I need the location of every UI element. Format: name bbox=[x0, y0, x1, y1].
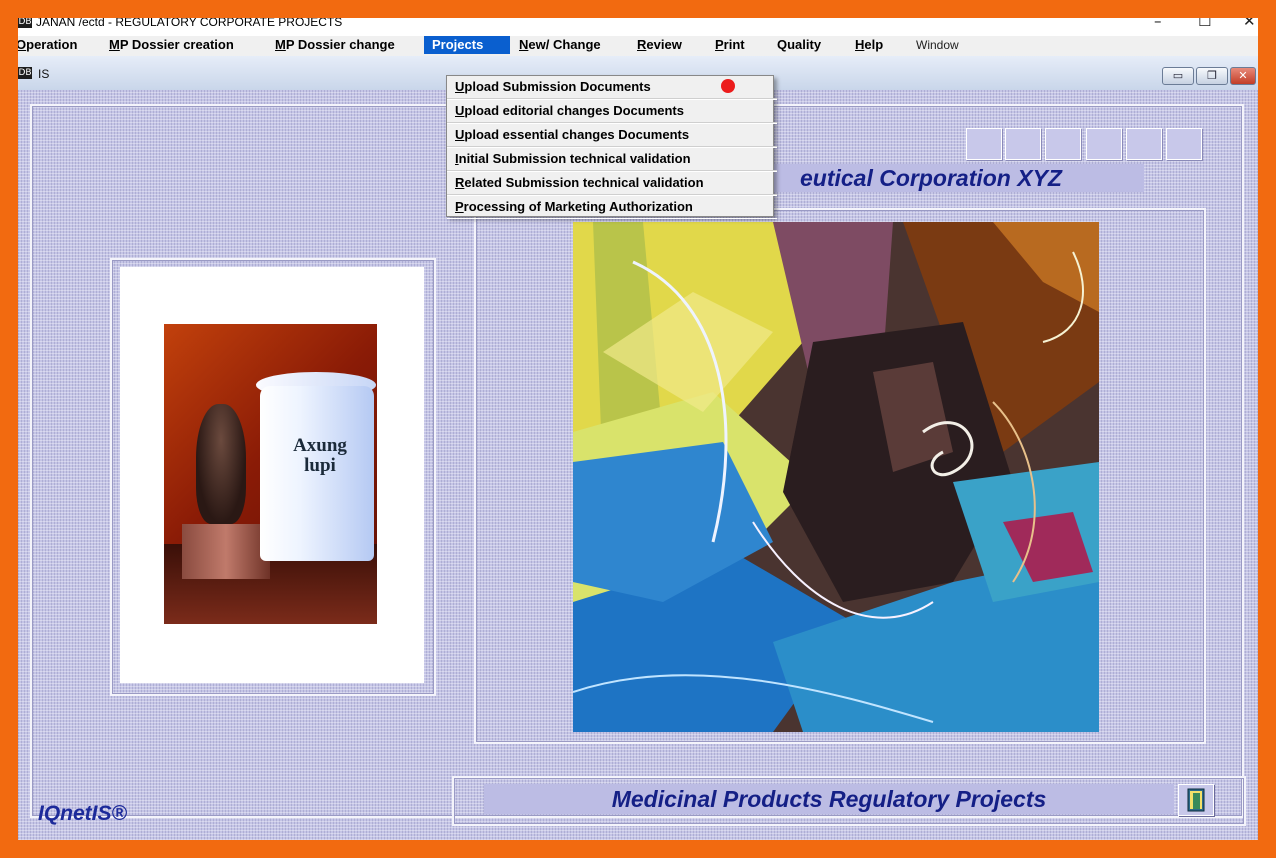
menu-review[interactable]: Review bbox=[629, 36, 690, 54]
mdi-title: IS bbox=[38, 67, 50, 81]
toolbar-button-6[interactable] bbox=[1166, 128, 1202, 160]
app-icon: DB bbox=[18, 18, 32, 28]
maximize-button[interactable]: ☐ bbox=[1198, 18, 1211, 30]
menuitem-mnemonic: U bbox=[455, 79, 465, 94]
toolbar-button-2[interactable] bbox=[1005, 128, 1041, 160]
corporation-banner: eutical Corporation XYZ bbox=[718, 164, 1144, 192]
abstract-artwork bbox=[573, 222, 1099, 732]
menuitem-label: pload essential changes Documents bbox=[464, 127, 690, 142]
menuitem-mnemonic: P bbox=[455, 199, 464, 214]
statue-pedestal bbox=[182, 524, 270, 579]
menu-mnemonic: M bbox=[109, 37, 120, 52]
mdi-minimize-button[interactable]: ▭ bbox=[1162, 67, 1194, 85]
menuitem-processing-marketing-authorization[interactable]: Processing of Marketing Authorization bbox=[447, 196, 777, 218]
menu-label: Window bbox=[916, 38, 959, 52]
toolbar-button-3[interactable] bbox=[1045, 128, 1081, 160]
still-life-photo: Axung lupi bbox=[120, 267, 424, 683]
statue-figure bbox=[196, 404, 246, 524]
toolbar-button-5[interactable] bbox=[1126, 128, 1162, 160]
menu-print[interactable]: Print bbox=[707, 36, 753, 54]
menuitem-related-submission-validation[interactable]: Related Submission technical validation bbox=[447, 172, 777, 195]
menu-label: peration bbox=[26, 37, 78, 52]
menu-label: ew/ Change bbox=[528, 37, 601, 52]
menu-mnemonic: O bbox=[18, 37, 27, 52]
close-button[interactable]: ✕ bbox=[1243, 18, 1256, 30]
menuitem-label: pload Submission Documents bbox=[464, 79, 651, 94]
app-window: DB JANAN /ectd - REGULATORY CORPORATE PR… bbox=[18, 18, 1258, 840]
cursor-marker-icon bbox=[721, 79, 735, 93]
exit-button[interactable] bbox=[1178, 784, 1214, 816]
menu-quality[interactable]: Quality bbox=[769, 36, 829, 54]
menu-label: Quality bbox=[777, 37, 822, 52]
doc-icon: DB bbox=[18, 67, 32, 79]
menu-mnemonic: R bbox=[637, 37, 647, 52]
menu-mp-dossier-creation[interactable]: MP Dossier creation bbox=[101, 36, 242, 54]
menuitem-upload-submission-documents[interactable]: Upload Submission Documents bbox=[447, 76, 777, 99]
product-logo: IQnetIS® bbox=[38, 802, 127, 825]
menuitem-mnemonic: U bbox=[455, 127, 465, 142]
mdi-close-button[interactable]: ✕ bbox=[1230, 67, 1256, 85]
menu-mnemonic: M bbox=[275, 37, 286, 52]
menuitem-upload-essential-changes[interactable]: Upload essential changes Documents bbox=[447, 124, 777, 147]
menu-mnemonic: H bbox=[855, 37, 865, 52]
menu-new-change[interactable]: New/ Change bbox=[511, 36, 609, 54]
menuitem-label: pload editorial changes Documents bbox=[464, 103, 684, 118]
toolbar-button-4[interactable] bbox=[1086, 128, 1122, 160]
projects-dropdown-menu: Upload Submission Documents Upload edito… bbox=[446, 75, 777, 218]
menu-label: eview bbox=[646, 37, 682, 52]
exit-door-icon bbox=[1187, 788, 1205, 812]
menu-mnemonic: N bbox=[519, 37, 529, 52]
bottom-banner: Medicinal Products Regulatory Projects bbox=[484, 784, 1174, 814]
menu-mnemonic: P bbox=[715, 37, 724, 52]
menu-operation[interactable]: Operation bbox=[18, 36, 85, 54]
artwork-svg bbox=[573, 222, 1099, 732]
window-title: JANAN /ectd - REGULATORY CORPORATE PROJE… bbox=[36, 18, 343, 29]
menuitem-upload-editorial-changes[interactable]: Upload editorial changes Documents bbox=[447, 100, 777, 123]
mdi-restore-button[interactable]: ❐ bbox=[1196, 67, 1228, 85]
toolbar-button-1[interactable] bbox=[966, 128, 1002, 160]
title-bar: DB JANAN /ectd - REGULATORY CORPORATE PR… bbox=[18, 18, 1258, 36]
menuitem-initial-submission-validation[interactable]: Initial Submission technical validation bbox=[447, 148, 777, 171]
menu-bar: Operation MP Dossier creation MP Dossier… bbox=[18, 36, 1258, 56]
menu-label: P Dossier change bbox=[285, 37, 395, 52]
menu-window[interactable]: Window bbox=[908, 36, 967, 54]
menuitem-label: nitial Submission technical validation bbox=[458, 151, 691, 166]
minimize-button[interactable]: – bbox=[1154, 18, 1162, 30]
menu-label: elp bbox=[864, 37, 884, 52]
apothecary-jar-image: Axung lupi bbox=[164, 324, 377, 624]
menu-label: P Dossier creation bbox=[119, 37, 234, 52]
jar-label: Axung lupi bbox=[293, 435, 347, 476]
menu-help[interactable]: Help bbox=[847, 36, 891, 54]
menuitem-mnemonic: U bbox=[455, 103, 465, 118]
menuitem-label: elated Submission technical validation bbox=[464, 175, 704, 190]
menu-projects[interactable]: Projects bbox=[424, 36, 510, 54]
menuitem-label: rocessing of Marketing Authorization bbox=[463, 199, 693, 214]
menu-label: Projects bbox=[432, 37, 484, 52]
menu-label: rint bbox=[723, 37, 745, 52]
menuitem-mnemonic: R bbox=[455, 175, 465, 190]
menu-mp-dossier-change[interactable]: MP Dossier change bbox=[267, 36, 403, 54]
